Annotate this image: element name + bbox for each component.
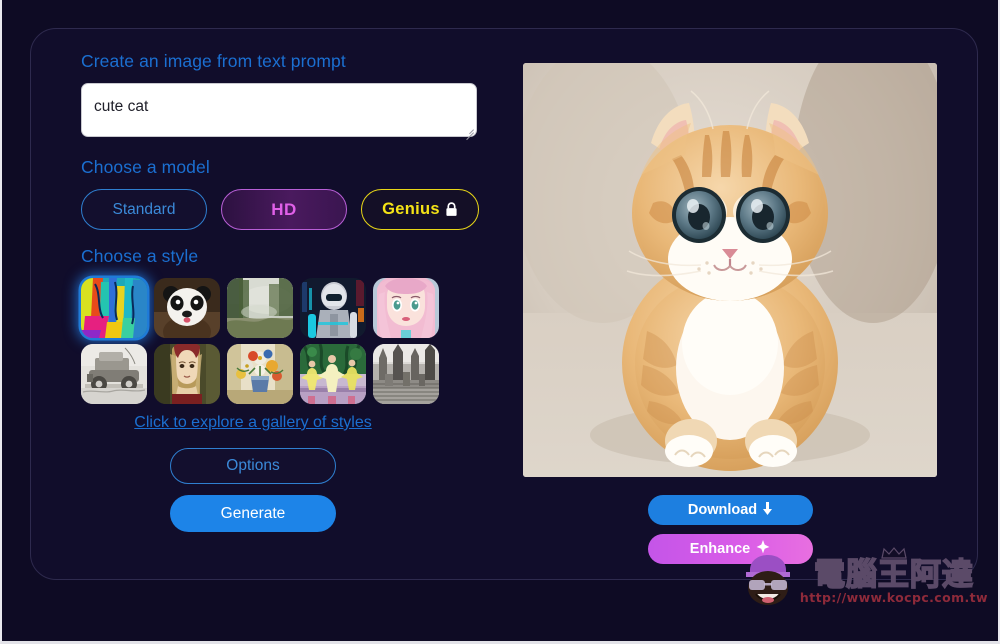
prompt-field-wrapper	[81, 83, 477, 137]
download-arrow-icon	[763, 501, 773, 519]
gallery-link[interactable]: Click to explore a gallery of styles	[81, 414, 425, 432]
style-thumb-cyberpunk-mech[interactable]	[300, 278, 366, 338]
model-option-genius[interactable]: Genius	[361, 189, 479, 230]
generated-image[interactable]	[523, 63, 937, 477]
style-thumb-cityscape-engraving[interactable]	[373, 344, 439, 404]
model-option-standard[interactable]: Standard	[81, 189, 207, 230]
style-thumbnail-grid	[81, 278, 439, 404]
model-option-hd[interactable]: HD	[221, 189, 347, 230]
options-button[interactable]: Options	[170, 448, 336, 484]
style-label: Choose a style	[81, 246, 199, 266]
model-options: Standard HD Genius	[81, 189, 501, 230]
model-option-standard-label: Standard	[112, 200, 176, 218]
style-thumb-abstract-neon[interactable]	[81, 278, 147, 338]
style-thumb-renaissance-portrait[interactable]	[154, 344, 220, 404]
left-action-buttons: Options Generate	[81, 448, 425, 532]
download-button-label: Download	[687, 502, 758, 518]
generate-button-label: Generate	[220, 504, 286, 522]
style-thumb-ballet-impressionist[interactable]	[300, 344, 366, 404]
style-thumb-floral-still-life[interactable]	[227, 344, 293, 404]
style-thumb-anime-portrait[interactable]	[373, 278, 439, 338]
generate-button[interactable]: Generate	[170, 495, 336, 532]
model-option-hd-label: HD	[271, 199, 297, 219]
style-thumb-vintage-car-sketch[interactable]	[81, 344, 147, 404]
enhance-button[interactable]: Enhance	[647, 534, 813, 564]
model-option-genius-label: Genius	[382, 200, 440, 218]
download-button[interactable]: Download	[647, 495, 813, 525]
model-label: Choose a model	[81, 157, 210, 177]
controls-column: Create an image from text prompt Choose …	[81, 51, 501, 532]
preview-action-buttons: Download Enhance	[523, 495, 937, 564]
style-thumb-misty-landscape[interactable]	[227, 278, 293, 338]
watermark-url: http://www.kocpc.com.tw	[799, 589, 988, 605]
enhance-button-label: Enhance	[689, 541, 751, 557]
generator-card: Create an image from text prompt Choose …	[30, 28, 978, 580]
preview-column: Download Enhance	[523, 63, 943, 564]
app-screenshot: Create an image from text prompt Choose …	[0, 0, 1000, 644]
sparkle-icon	[756, 540, 770, 558]
prompt-input[interactable]	[81, 83, 477, 137]
prompt-label: Create an image from text prompt	[81, 51, 346, 71]
style-thumb-panda-3d[interactable]	[154, 278, 220, 338]
lock-icon	[445, 202, 458, 217]
options-button-label: Options	[226, 457, 280, 474]
